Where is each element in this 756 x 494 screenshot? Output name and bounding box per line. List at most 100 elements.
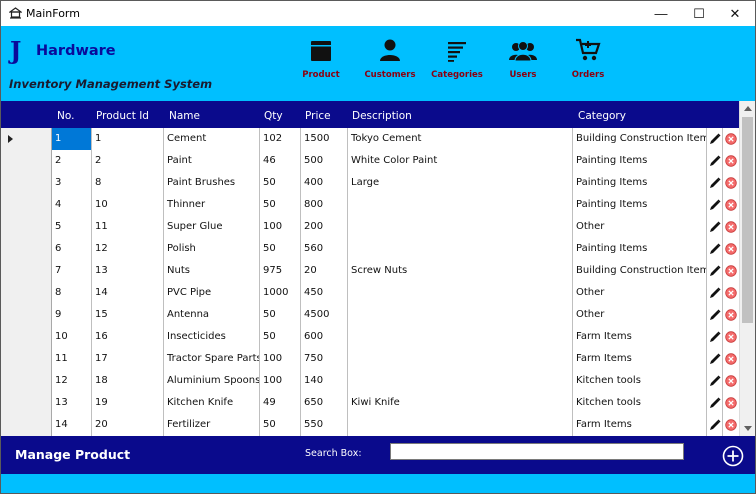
cell-product-id[interactable]: 8 xyxy=(92,172,164,194)
cell-product-id[interactable]: 11 xyxy=(92,216,164,238)
cell-product-id[interactable]: 13 xyxy=(92,260,164,282)
cell-category[interactable]: Kitchen tools xyxy=(573,392,707,414)
edit-button[interactable] xyxy=(707,348,723,370)
cell-description[interactable] xyxy=(348,370,573,392)
column-header-qty[interactable]: Qty xyxy=(264,110,283,122)
cell-price[interactable]: 450 xyxy=(301,282,348,304)
cell-qty[interactable]: 50 xyxy=(260,238,301,260)
row-header[interactable] xyxy=(1,392,52,414)
cell-no[interactable]: 3 xyxy=(52,172,92,194)
maximize-button[interactable]: ☐ xyxy=(679,1,719,26)
row-header[interactable] xyxy=(1,128,52,150)
cell-category[interactable]: Other xyxy=(573,282,707,304)
cell-no[interactable]: 14 xyxy=(52,414,92,436)
delete-button[interactable] xyxy=(723,150,739,172)
row-header[interactable] xyxy=(1,238,52,260)
row-header[interactable] xyxy=(1,414,52,436)
cell-category[interactable]: Building Construction Items xyxy=(573,128,707,150)
cell-no[interactable]: 9 xyxy=(52,304,92,326)
table-row[interactable]: 9 15 Antenna 50 4500 Other xyxy=(1,304,739,326)
cell-price[interactable]: 140 xyxy=(301,370,348,392)
nav-categories[interactable]: Categories xyxy=(422,34,492,86)
cell-no[interactable]: 8 xyxy=(52,282,92,304)
edit-button[interactable] xyxy=(707,128,723,150)
cell-price[interactable]: 600 xyxy=(301,326,348,348)
cell-name[interactable]: Antenna xyxy=(164,304,260,326)
edit-button[interactable] xyxy=(707,392,723,414)
cell-category[interactable]: Painting Items xyxy=(573,238,707,260)
row-header[interactable] xyxy=(1,216,52,238)
delete-button[interactable] xyxy=(723,238,739,260)
cell-no[interactable]: 7 xyxy=(52,260,92,282)
column-header-description[interactable]: Description xyxy=(352,110,412,122)
cell-category[interactable]: Building Construction Items xyxy=(573,260,707,282)
table-row[interactable]: 8 14 PVC Pipe 1000 450 Other xyxy=(1,282,739,304)
delete-button[interactable] xyxy=(723,216,739,238)
edit-button[interactable] xyxy=(707,370,723,392)
cell-qty[interactable]: 49 xyxy=(260,392,301,414)
edit-button[interactable] xyxy=(707,172,723,194)
cell-category[interactable]: Other xyxy=(573,304,707,326)
cell-name[interactable]: PVC Pipe xyxy=(164,282,260,304)
cell-no[interactable]: 6 xyxy=(52,238,92,260)
nav-product[interactable]: Product xyxy=(286,34,356,86)
row-header[interactable] xyxy=(1,282,52,304)
cell-description[interactable]: Screw Nuts xyxy=(348,260,573,282)
delete-button[interactable] xyxy=(723,348,739,370)
edit-button[interactable] xyxy=(707,326,723,348)
cell-price[interactable]: 650 xyxy=(301,392,348,414)
delete-button[interactable] xyxy=(723,172,739,194)
table-row[interactable]: 10 16 Insecticides 50 600 Farm Items xyxy=(1,326,739,348)
delete-button[interactable] xyxy=(723,194,739,216)
cell-description[interactable] xyxy=(348,282,573,304)
cell-category[interactable]: Painting Items xyxy=(573,150,707,172)
cell-price[interactable]: 1500 xyxy=(301,128,348,150)
cell-name[interactable]: Fertilizer xyxy=(164,414,260,436)
cell-no[interactable]: 10 xyxy=(52,326,92,348)
table-row[interactable]: 7 13 Nuts 975 20 Screw Nuts Building Construct… xyxy=(1,260,739,282)
cell-description[interactable] xyxy=(348,304,573,326)
table-row[interactable]: 1 1 Cement 102 1500 Tokyo Cement Building Cons… xyxy=(1,128,739,150)
edit-button[interactable] xyxy=(707,414,723,436)
table-row[interactable]: 12 18 Aluminium Spoons 100 140 Kitchen tools xyxy=(1,370,739,392)
cell-description[interactable] xyxy=(348,194,573,216)
cell-description[interactable] xyxy=(348,216,573,238)
delete-button[interactable] xyxy=(723,260,739,282)
cell-product-id[interactable]: 19 xyxy=(92,392,164,414)
cell-category[interactable]: Farm Items xyxy=(573,348,707,370)
table-row[interactable]: 11 17 Tractor Spare Parts 100 750 Farm Items xyxy=(1,348,739,370)
delete-button[interactable] xyxy=(723,128,739,150)
cell-name[interactable]: Tractor Spare Parts xyxy=(164,348,260,370)
cell-no[interactable]: 11 xyxy=(52,348,92,370)
cell-product-id[interactable]: 10 xyxy=(92,194,164,216)
edit-button[interactable] xyxy=(707,260,723,282)
table-row[interactable]: 14 20 Fertilizer 50 550 Farm Items xyxy=(1,414,739,436)
cell-price[interactable]: 750 xyxy=(301,348,348,370)
cell-qty[interactable]: 975 xyxy=(260,260,301,282)
edit-button[interactable] xyxy=(707,304,723,326)
cell-name[interactable]: Nuts xyxy=(164,260,260,282)
cell-product-id[interactable]: 16 xyxy=(92,326,164,348)
cell-price[interactable]: 200 xyxy=(301,216,348,238)
cell-category[interactable]: Painting Items xyxy=(573,194,707,216)
table-row[interactable]: 4 10 Thinner 50 800 Painting Items xyxy=(1,194,739,216)
cell-name[interactable]: Thinner xyxy=(164,194,260,216)
cell-no[interactable]: 12 xyxy=(52,370,92,392)
cell-name[interactable]: Insecticides xyxy=(164,326,260,348)
table-row[interactable]: 6 12 Polish 50 560 Painting Items xyxy=(1,238,739,260)
delete-button[interactable] xyxy=(723,304,739,326)
cell-price[interactable]: 560 xyxy=(301,238,348,260)
table-row[interactable]: 3 8 Paint Brushes 50 400 Large Painting Items xyxy=(1,172,739,194)
cell-category[interactable]: Farm Items xyxy=(573,326,707,348)
minimize-button[interactable]: — xyxy=(641,1,681,26)
cell-name[interactable]: Kitchen Knife xyxy=(164,392,260,414)
cell-qty[interactable]: 50 xyxy=(260,194,301,216)
column-header-price[interactable]: Price xyxy=(305,110,331,122)
scroll-down-arrow[interactable] xyxy=(740,421,755,436)
cell-product-id[interactable]: 1 xyxy=(92,128,164,150)
cell-category[interactable]: Painting Items xyxy=(573,172,707,194)
scrollbar-thumb[interactable] xyxy=(742,117,753,323)
cell-price[interactable]: 400 xyxy=(301,172,348,194)
cell-description[interactable]: Kiwi Knife xyxy=(348,392,573,414)
add-product-button[interactable] xyxy=(722,445,744,467)
